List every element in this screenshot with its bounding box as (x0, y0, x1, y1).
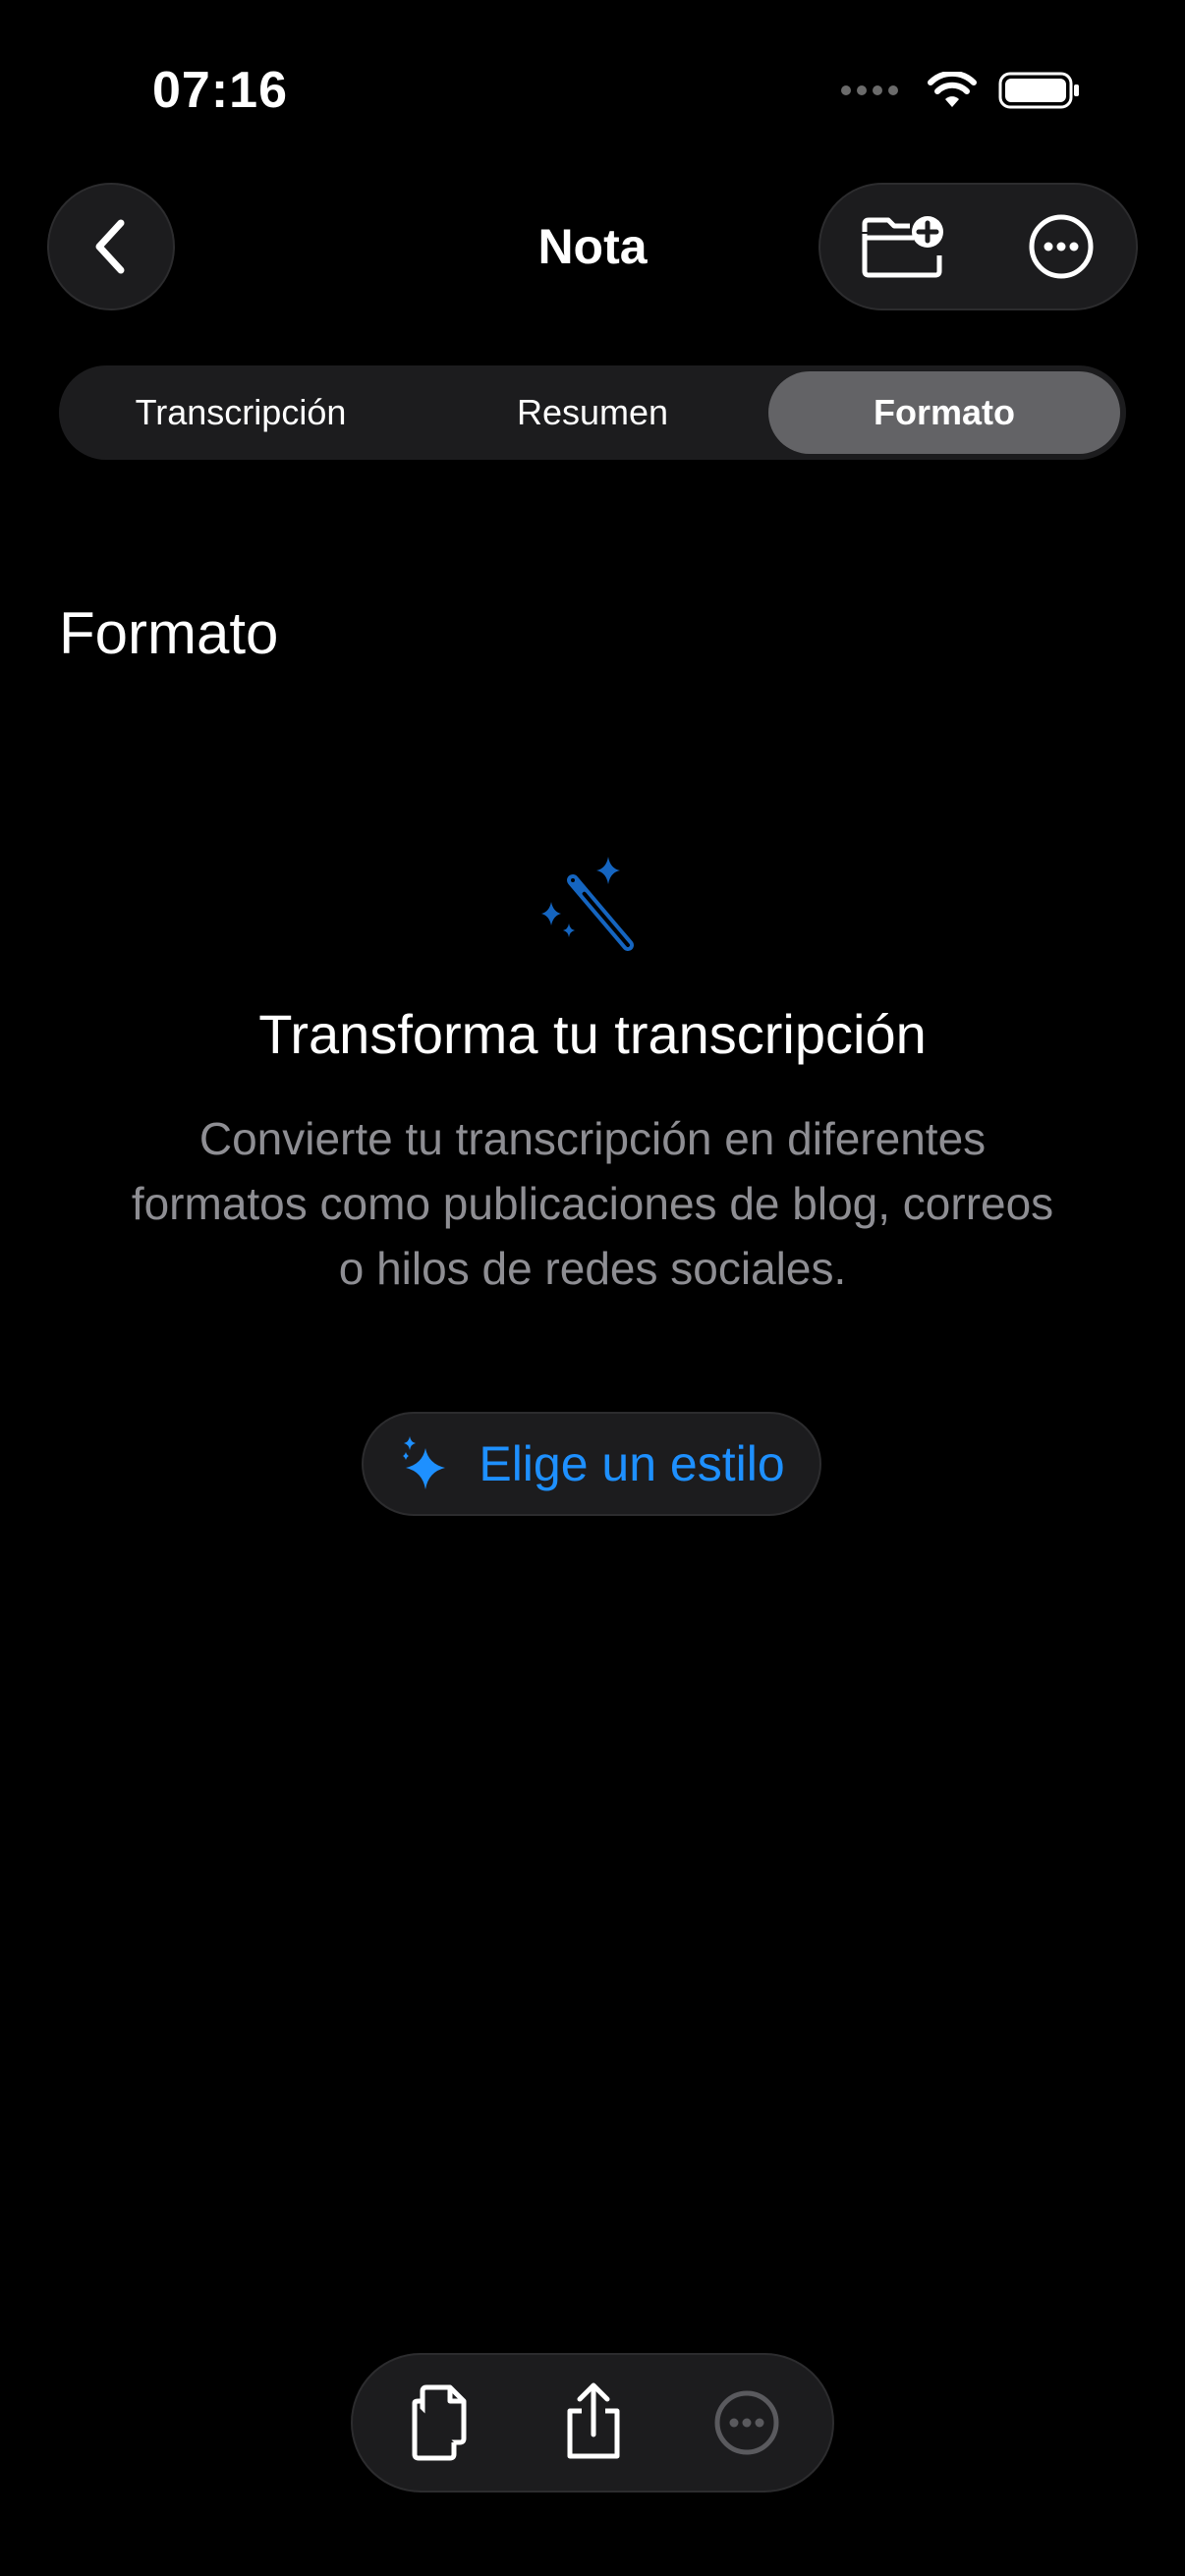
signal-dots-icon (841, 85, 898, 95)
copy-icon (412, 2384, 467, 2461)
more-button[interactable] (673, 2355, 820, 2491)
choose-style-label: Elige un estilo (479, 1436, 785, 1491)
status-icons (841, 71, 1081, 110)
nav-actions (818, 183, 1138, 310)
choose-style-button[interactable]: Elige un estilo (362, 1412, 821, 1516)
tab-transcripcion[interactable]: Transcripción (65, 371, 417, 454)
share-icon (567, 2382, 620, 2459)
magic-wand-icon (536, 853, 644, 966)
status-time: 07:16 (152, 62, 288, 119)
add-to-folder-button[interactable] (830, 185, 978, 308)
tab-resumen[interactable]: Resumen (417, 371, 768, 454)
segmented-tabs: Transcripción Resumen Formato (59, 365, 1126, 460)
folder-add-icon (862, 216, 943, 278)
wifi-icon (928, 72, 977, 107)
sparkles-icon (403, 1436, 446, 1489)
more-circle-icon (714, 2390, 779, 2455)
tab-formato[interactable]: Formato (768, 371, 1120, 454)
bottom-toolbar (351, 2353, 834, 2492)
more-options-button[interactable] (988, 185, 1135, 308)
empty-state-description: Convierte tu transcripción en diferentes… (131, 1113, 1054, 1294)
copy-button[interactable] (367, 2355, 514, 2491)
battery-icon (998, 72, 1079, 109)
section-title: Formato (59, 600, 279, 666)
empty-state-title: Transforma tu transcripción (258, 1003, 927, 1065)
more-circle-icon (1029, 214, 1094, 279)
share-button[interactable] (520, 2355, 667, 2491)
